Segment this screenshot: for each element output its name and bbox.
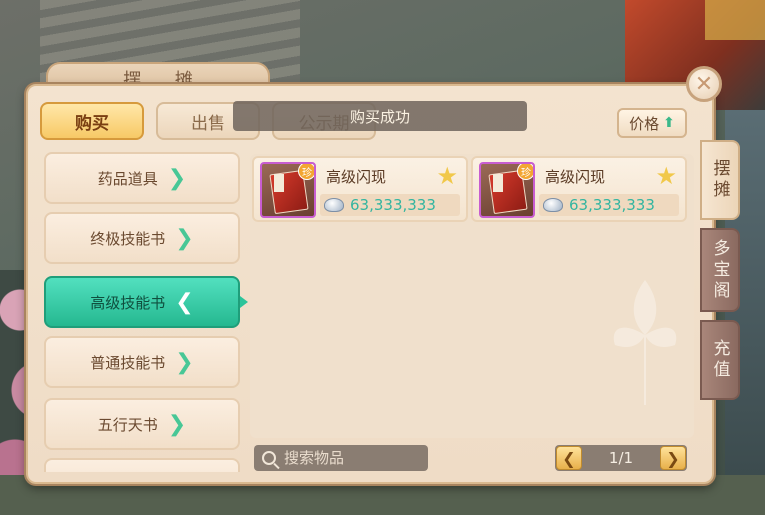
background-roof-ornament [705,0,765,40]
item-name: 高级闪现 [326,168,387,186]
side-tab-stall[interactable]: 摆摊 [700,140,740,220]
search-icon [262,451,276,465]
chevron-right-icon: ❯ [175,349,194,375]
search-box[interactable] [254,445,428,471]
next-page-button[interactable]: ❯ [660,446,686,470]
item-price-row: 63,333,333 [539,194,679,216]
category-label: 普通技能书 [90,353,166,372]
chevron-right-icon: ❯ [167,411,187,437]
chevron-right-icon: ❯ [167,165,187,191]
pagination: ❮ 1/1 ❯ [555,445,687,471]
item-price: 63,333,333 [569,196,655,214]
silver-ingot-icon [324,198,344,212]
chevron-right-icon: ❯ [666,448,680,468]
item-price: 63,333,333 [350,196,436,214]
sort-by-price-button[interactable]: 价格 ⬆ [617,108,687,138]
category-item-normal-skill-book[interactable]: 普通技能书 ❯ [44,336,240,388]
chevron-left-icon: ❮ [175,289,194,315]
chevron-right-icon: ❯ [175,225,194,251]
chevron-left-icon: ❮ [562,448,576,468]
skill-book-icon: 珍 [479,162,535,218]
tab-buy[interactable]: 购买 [40,102,144,140]
item-price-row: 63,333,333 [320,194,460,216]
category-item-medicine[interactable]: 药品道具 ❯ [44,152,240,204]
category-label: 高级技能书 [90,293,166,312]
rare-badge: 珍 [517,164,533,180]
skill-book-icon: 珍 [260,162,316,218]
side-tab-recharge[interactable]: 充值 [700,320,740,400]
category-label: 药品道具 [97,169,158,188]
up-arrow-icon: ⬆ [663,115,675,131]
item-card[interactable]: 珍 高级闪现 ★ 63,333,333 [252,156,468,222]
close-icon: ✕ [694,71,714,97]
category-item-advanced-skill-book[interactable]: 高级技能书 ❮ [44,276,240,328]
rare-badge: 珍 [298,164,314,180]
lotus-decoration-icon [613,280,677,405]
category-list: 药品道具 ❯ 终极技能书 ❯ 高级技能书 ❮ 普通技能书 ❯ 五行天书 ❯ [38,148,248,472]
page-indicator: 1/1 [608,449,634,467]
category-item-ultimate-skill-book[interactable]: 终极技能书 ❯ [44,212,240,264]
active-category-pointer [240,296,248,308]
category-item-five-elements-book[interactable]: 五行天书 ❯ [44,398,240,450]
favorite-star-icon[interactable]: ★ [655,162,677,190]
silver-ingot-icon [543,198,563,212]
category-item-partial[interactable] [44,458,240,472]
item-name: 高级闪现 [545,168,606,186]
category-label: 终极技能书 [90,229,166,248]
favorite-star-icon[interactable]: ★ [436,162,458,190]
sort-label: 价格 [629,114,660,133]
close-button[interactable]: ✕ [686,66,722,102]
category-label: 五行天书 [97,415,158,434]
prev-page-button[interactable]: ❮ [556,446,582,470]
search-input[interactable] [284,449,414,467]
item-card[interactable]: 珍 高级闪现 ★ 63,333,333 [471,156,687,222]
side-tab-treasure[interactable]: 多宝阁 [700,228,740,312]
purchase-success-toast: 购买成功 [233,101,527,131]
